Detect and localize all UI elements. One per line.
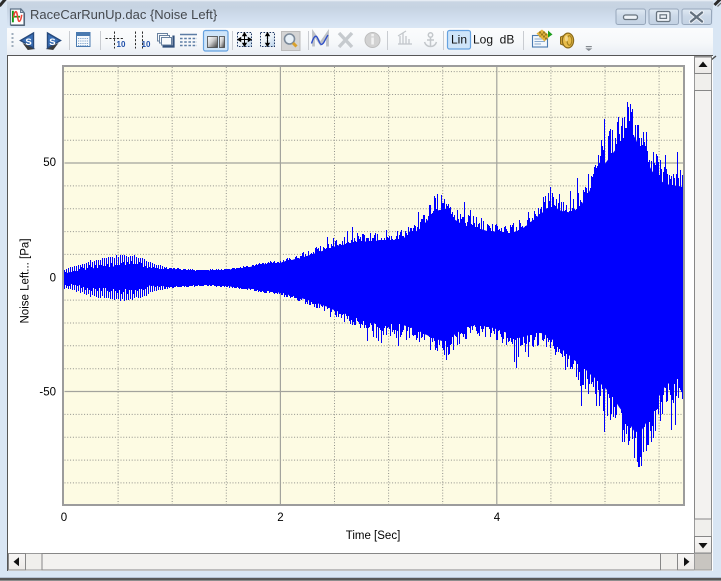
svg-text:dB: dB [500,33,515,47]
svg-text:2: 2 [277,512,283,524]
svg-text:Lin: Lin [451,33,467,47]
svg-text:0: 0 [61,512,67,524]
svg-text:10: 10 [142,40,151,49]
svg-text:-50: -50 [39,387,56,399]
svg-text:Log: Log [473,33,493,47]
svg-text:S: S [25,37,31,48]
svg-text:Noise Left... [Pa]: Noise Left... [Pa] [20,238,32,323]
svg-text:4: 4 [494,512,501,524]
svg-text:Time [Sec]: Time [Sec] [346,530,401,542]
svg-text:50: 50 [43,157,56,169]
svg-text:S: S [49,37,55,48]
svg-text:0: 0 [50,273,56,285]
svg-text:10: 10 [117,40,126,49]
